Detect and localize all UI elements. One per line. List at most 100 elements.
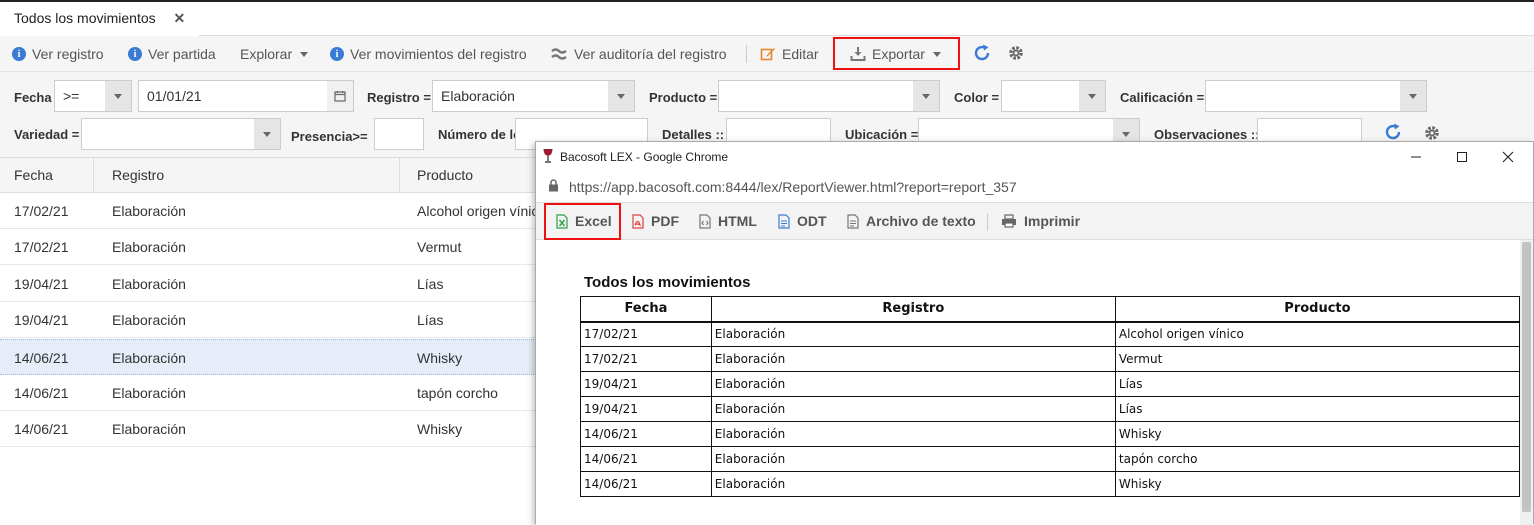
observaciones-filter-label: Observaciones ::	[1154, 127, 1260, 142]
registro-select-value: Elaboración	[441, 88, 515, 104]
table-cell: Whisky	[417, 349, 463, 366]
table-cell: Elaboración	[112, 349, 186, 366]
odt-button[interactable]: ODT	[778, 203, 827, 239]
report-row: 14/06/21 Elaboración tapón corcho	[580, 446, 1520, 472]
report-cell: Elaboración	[710, 396, 1116, 422]
pdf-label: PDF	[651, 213, 679, 229]
calendar-icon[interactable]	[327, 81, 353, 111]
explorar-button[interactable]: Explorar	[240, 36, 309, 72]
producto-select[interactable]	[718, 80, 940, 112]
ver-partida-button[interactable]: i Ver partida	[128, 36, 216, 72]
report-cell: Whisky	[1114, 421, 1520, 447]
report-row: 14/06/21 Elaboración Whisky	[580, 471, 1520, 497]
table-cell: tapón corcho	[417, 385, 498, 401]
printer-icon	[1001, 214, 1017, 228]
variedad-select[interactable]	[81, 118, 281, 150]
report-cell: Elaboración	[710, 321, 1116, 347]
imprimir-button[interactable]: Imprimir	[1001, 203, 1080, 239]
report-cell: 17/02/21	[580, 346, 712, 372]
scrollbar-thumb[interactable]	[1522, 242, 1531, 512]
table-cell: Vermut	[417, 239, 462, 256]
chevron-down-icon[interactable]	[254, 119, 280, 149]
minimize-icon[interactable]	[1393, 142, 1439, 172]
report-row: 17/02/21 Elaboración Alcohol origen vínico	[580, 321, 1520, 347]
report-column-producto: Producto	[1114, 296, 1520, 323]
fecha-filter-label: Fecha	[14, 90, 52, 105]
table-cell: Whisky	[417, 421, 463, 438]
report-viewer-window: Bacosoft LEX - Google Chrome https://app…	[535, 141, 1534, 525]
table-cell: 17/02/21	[14, 203, 69, 219]
settings-button[interactable]	[1007, 36, 1025, 72]
report-header-row: Fecha Registro Producto	[580, 296, 1520, 323]
report-cell: Elaboración	[710, 421, 1116, 447]
chevron-down-icon[interactable]	[105, 81, 131, 111]
report-row: 17/02/21 Elaboración Vermut	[580, 346, 1520, 372]
detalles-filter-label: Detalles ::	[662, 127, 725, 142]
wine-glass-icon	[542, 148, 554, 166]
archivo-texto-button[interactable]: Archivo de texto	[847, 203, 976, 239]
report-row: 19/04/21 Elaboración Lías	[580, 371, 1520, 397]
report-cell: Elaboración	[710, 346, 1116, 372]
table-cell: Lías	[417, 312, 444, 329]
ver-auditoria-button[interactable]: Ver auditoría del registro	[550, 36, 727, 72]
chevron-down-icon[interactable]	[1079, 81, 1105, 111]
toolbar-divider	[746, 45, 747, 63]
editar-button[interactable]: Editar	[760, 36, 819, 72]
close-window-icon[interactable]	[1485, 142, 1531, 172]
table-cell: 19/04/21	[14, 312, 69, 329]
report-cell: 14/06/21	[580, 421, 712, 447]
edit-icon	[760, 46, 776, 62]
fecha-date-value: 01/01/21	[147, 88, 202, 104]
report-cell: 17/02/21	[580, 321, 712, 347]
table-cell: Elaboración	[112, 275, 186, 292]
column-header-registro[interactable]: Registro	[98, 158, 400, 193]
report-cell: tapón corcho	[1114, 446, 1520, 472]
main-toolbar: i Ver registro i Ver partida Explorar i …	[0, 36, 1534, 72]
report-body: 17/02/21 Elaboración Alcohol origen vínico…	[580, 321, 1520, 497]
maximize-icon[interactable]	[1439, 142, 1485, 172]
ver-movimientos-button[interactable]: i Ver movimientos del registro	[330, 36, 527, 72]
close-icon[interactable]: ✕	[174, 10, 186, 26]
report-cell: Elaboración	[710, 471, 1116, 497]
report-cell: Elaboración	[710, 371, 1116, 397]
fecha-operator-select[interactable]: >=	[54, 80, 132, 112]
table-cell: Elaboración	[112, 421, 186, 438]
report-cell: Lías	[1114, 396, 1520, 422]
refresh-button[interactable]	[972, 36, 992, 72]
info-icon: i	[330, 47, 344, 61]
pdf-button[interactable]: PDF	[632, 203, 679, 239]
color-select[interactable]	[1001, 80, 1106, 112]
table-cell: 19/04/21	[14, 275, 69, 292]
info-icon: i	[12, 47, 26, 61]
report-cell: 19/04/21	[580, 396, 712, 422]
ver-registro-button[interactable]: i Ver registro	[12, 36, 104, 72]
address-bar[interactable]: https://app.bacosoft.com:8444/lex/Report…	[536, 172, 1533, 202]
tab-bar: Todos los movimientos ✕	[0, 0, 1534, 36]
table-cell: 14/06/21	[14, 421, 69, 438]
html-button[interactable]: HTML	[699, 203, 757, 239]
tab-todos-los-movimientos[interactable]: Todos los movimientos ✕	[0, 2, 200, 36]
column-header-fecha[interactable]: Fecha	[0, 158, 94, 193]
ver-registro-label: Ver registro	[32, 46, 104, 62]
odt-file-icon	[778, 213, 790, 229]
scrollbar[interactable]	[1520, 240, 1533, 525]
audit-icon	[550, 47, 568, 61]
presencia-input[interactable]	[374, 118, 424, 150]
registro-select[interactable]: Elaboración	[432, 80, 635, 112]
chevron-down-icon[interactable]	[1400, 81, 1426, 111]
report-title: Todos los movimientos	[584, 274, 751, 291]
calificacion-filter-label: Calificación =	[1120, 90, 1205, 105]
window-title: Bacosoft LEX - Google Chrome	[560, 150, 729, 164]
table-cell: 14/06/21	[14, 349, 69, 366]
chevron-down-icon[interactable]	[608, 81, 634, 111]
report-cell: Lías	[1114, 371, 1520, 397]
highlight-box-excel	[544, 203, 621, 240]
archivo-texto-label: Archivo de texto	[866, 213, 976, 229]
calificacion-select[interactable]	[1205, 80, 1427, 112]
ver-partida-label: Ver partida	[148, 46, 216, 62]
chevron-down-icon[interactable]	[913, 81, 939, 111]
html-label: HTML	[718, 213, 757, 229]
table-cell: Elaboración	[112, 203, 186, 219]
fecha-date-input[interactable]: 01/01/21	[138, 80, 354, 112]
lock-icon	[548, 179, 559, 195]
